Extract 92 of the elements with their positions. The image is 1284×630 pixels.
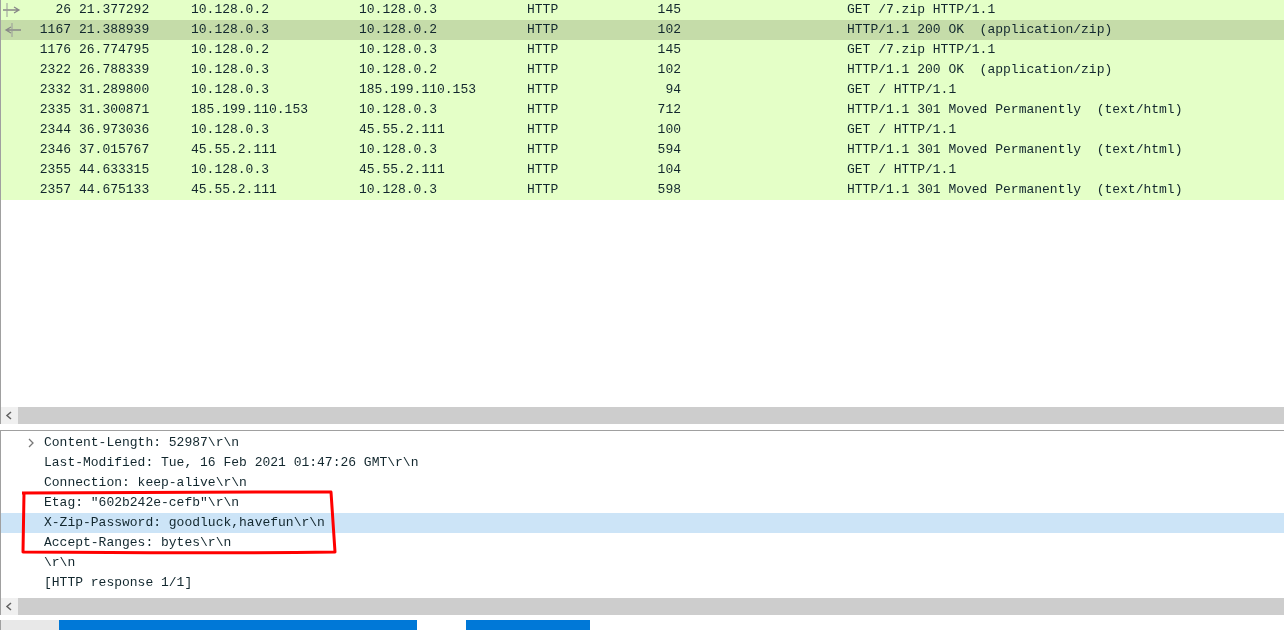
detail-field[interactable]: X-Zip-Password: goodluck,havefun\r\n (44, 515, 325, 530)
table-cell-text: 145 (656, 41, 681, 59)
table-cell-text: 45.55.2.111 (358, 161, 446, 179)
table-cell-text: 10.128.0.3 (190, 61, 270, 79)
packet-row[interactable]: 2355 44.633315 10.128.0.3 45.55.2.111 HTTP 104 GET / HTTP/1.1 (1, 160, 1284, 180)
table-cell-text: 2346 (38, 141, 71, 159)
table-cell-text: 10.128.0.2 (190, 1, 270, 19)
table-cell-text: 10.128.0.3 (190, 121, 270, 139)
table-cell-text: 10.128.0.3 (190, 21, 270, 39)
left-arrow-icon (3, 23, 23, 37)
packet-row[interactable]: 2332 31.289800 10.128.0.3 185.199.110.153 HTTP 94 GET / HTTP/1.1 (1, 80, 1284, 100)
table-cell-text: HTTP (526, 21, 560, 39)
table-cell-text: GET / HTTP/1.1 (846, 81, 958, 99)
packet-row[interactable]: 1167 21.388939 10.128.0.3 10.128.0.2 HTTP 102 HTTP/1.1 200 OK (application/zip) (1, 20, 1284, 40)
table-cell-text: 2335 (38, 101, 71, 119)
table-cell-text: HTTP (526, 181, 560, 199)
table-cell-text: 2357 (38, 181, 71, 199)
table-cell-text: 10.128.0.3 (358, 101, 438, 119)
table-cell-text: 45.55.2.111 (358, 121, 446, 139)
detail-field[interactable]: Content-Length: 52987\r\n (44, 435, 240, 450)
table-cell-text: 10.128.0.3 (358, 141, 438, 159)
table-cell-text: GET / HTTP/1.1 (846, 161, 958, 179)
table-cell-text: 10.128.0.2 (190, 41, 270, 59)
table-cell-text: GET / HTTP/1.1 (846, 121, 958, 139)
table-cell-text: HTTP (526, 101, 560, 119)
table-cell-text: HTTP/1.1 301 Moved Permanently (text/html) (846, 141, 1184, 159)
detail-field[interactable]: Last-Modified: Tue, 16 Feb 2021 01:47:26 GMT\r\n (44, 455, 419, 470)
table-cell-text: 45.55.2.111 (190, 181, 278, 199)
table-cell-text: HTTP (526, 141, 560, 159)
table-cell-text: HTTP/1.1 301 Moved Permanently (text/html) (846, 101, 1184, 119)
detail-field[interactable]: \r\n (44, 555, 76, 570)
packet-row[interactable]: 2335 31.300871 185.199.110.153 10.128.0.3 HTTP 712 HTTP/1.1 301 Moved Permanently (text/html) (1, 100, 1284, 120)
detail-field[interactable]: Connection: keep-alive\r\n (44, 475, 247, 490)
table-cell-text: 36.973036 (78, 121, 151, 139)
packet-row[interactable]: 2346 37.015767 45.55.2.111 10.128.0.3 HTTP 594 HTTP/1.1 301 Moved Permanently (text/html) (1, 140, 1284, 160)
table-cell-text: 185.199.110.153 (190, 101, 310, 119)
table-cell-text: 37.015767 (78, 141, 151, 159)
table-cell-text: GET /7.zip HTTP/1.1 (846, 41, 997, 59)
table-cell-text: 104 (656, 161, 681, 179)
scroll-left-button[interactable] (1, 598, 18, 615)
table-cell-text: 2344 (38, 121, 71, 139)
packet-row[interactable]: 2344 36.973036 10.128.0.3 45.55.2.111 HTTP 100 GET / HTTP/1.1 (1, 120, 1284, 140)
table-cell-text: 100 (656, 121, 681, 139)
detail-field[interactable]: Accept-Ranges: bytes\r\n (44, 535, 232, 550)
table-cell-text: 10.128.0.2 (358, 61, 438, 79)
table-cell-text: 26.774795 (78, 41, 151, 59)
packet-row[interactable]: 1176 26.774795 10.128.0.2 10.128.0.3 HTTP 145 GET /7.zip HTTP/1.1 (1, 40, 1284, 60)
table-cell-text: 102 (656, 21, 681, 39)
packet-row[interactable]: 2357 44.675133 45.55.2.111 10.128.0.3 HTTP 598 HTTP/1.1 301 Moved Permanently (text/html) (1, 180, 1284, 200)
table-cell-text: HTTP (526, 81, 560, 99)
table-cell-text: 185.199.110.153 (358, 81, 478, 99)
table-cell-text: 31.289800 (78, 81, 151, 99)
table-cell-text: 2355 (38, 161, 71, 179)
table-cell-text: HTTP/1.1 301 Moved Permanently (text/html) (846, 181, 1184, 199)
table-cell-text: 44.675133 (78, 181, 151, 199)
table-cell-text: 598 (656, 181, 681, 199)
table-cell-text: HTTP (526, 61, 560, 79)
table-cell: 1167 (1, 20, 71, 40)
table-cell-text: HTTP/1.1 200 OK (application/zip) (846, 61, 1114, 79)
table-cell-text: 2322 (38, 61, 71, 79)
table-cell-text: 10.128.0.3 (358, 181, 438, 199)
detail-field[interactable]: Etag: "602b242e-cefb"\r\n (44, 495, 240, 510)
table-cell-text: HTTP/1.1 200 OK (application/zip) (846, 21, 1114, 39)
table-cell-text: 10.128.0.3 (358, 1, 438, 19)
scroll-left-button[interactable] (1, 407, 18, 424)
table-cell-text: GET /7.zip HTTP/1.1 (846, 1, 997, 19)
table-cell-text: 2332 (38, 81, 71, 99)
table-cell-text: 102 (656, 61, 681, 79)
table-cell-text: 26.788339 (78, 61, 151, 79)
table-cell-text: 45.55.2.111 (190, 141, 278, 159)
table-cell-text: 21.388939 (78, 21, 151, 39)
table-cell-text: 94 (664, 81, 681, 99)
table-cell-text: HTTP (526, 161, 560, 179)
packet-row[interactable]: 2322 26.788339 10.128.0.3 10.128.0.2 HTTP 102 HTTP/1.1 200 OK (application/zip) (1, 60, 1284, 80)
packet-row[interactable]: 26 21.377292 10.128.0.2 10.128.0.3 HTTP 145 GET /7.zip HTTP/1.1 (1, 0, 1284, 20)
table-cell-text: HTTP (526, 121, 560, 139)
detail-field[interactable]: [HTTP response 1/1] (44, 575, 193, 590)
table-cell-text: 594 (656, 141, 681, 159)
table-cell-text: 10.128.0.2 (358, 21, 438, 39)
table-cell-text: 712 (656, 101, 681, 119)
table-cell-text: 21.377292 (78, 1, 151, 19)
table-cell-text: 10.128.0.3 (190, 81, 270, 99)
table-cell-text: 1176 (38, 41, 71, 59)
table-cell-text: 145 (656, 1, 681, 19)
table-cell-text: HTTP (526, 41, 560, 59)
table-cell-text: 31.300871 (78, 101, 151, 119)
table-cell: 26 (1, 0, 71, 20)
expander-icon[interactable] (27, 438, 35, 448)
table-cell-text: HTTP (526, 1, 560, 19)
table-cell-text: 10.128.0.3 (190, 161, 270, 179)
table-cell-text: 44.633315 (78, 161, 151, 179)
table-cell-text: 10.128.0.3 (358, 41, 438, 59)
